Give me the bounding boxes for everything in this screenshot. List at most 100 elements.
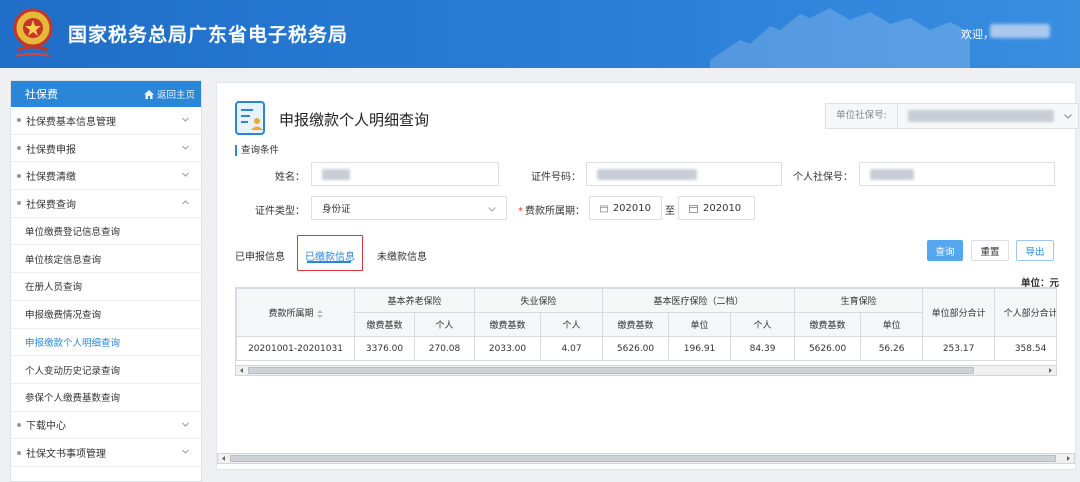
menu-download-center[interactable]: 下载中心 — [11, 412, 201, 440]
period-label: * 费款所属期： — [518, 206, 585, 217]
scrollbar-thumb[interactable] — [230, 455, 1056, 462]
chevron-up-icon — [182, 200, 189, 205]
scrollbar-thumb[interactable] — [248, 367, 974, 374]
menu-payment[interactable]: 社保费清缴 — [11, 162, 201, 191]
menu-label: 下载中心 — [26, 421, 66, 433]
menu-query[interactable]: 社保费查询 — [11, 190, 201, 218]
export-button[interactable]: 导出 — [1016, 240, 1054, 261]
user-name-redacted[interactable] — [990, 24, 1050, 38]
table-cell: 196.91 — [668, 336, 732, 361]
personal-no-redacted — [870, 168, 914, 180]
period-sep: 至 — [665, 206, 675, 217]
menu-documents[interactable]: 社保文书事项管理 — [11, 439, 201, 467]
table-cell: 5626.00 — [602, 336, 670, 361]
sub-unit-registration[interactable]: 单位缴费登记信息查询 — [11, 218, 201, 246]
period-start-value: 202010 — [612, 202, 651, 214]
table-horizontal-scrollbar[interactable] — [235, 365, 1057, 376]
menu-basic-info[interactable]: 社保费基本信息管理 — [11, 107, 201, 135]
header-sub: 缴费基数 — [354, 312, 415, 337]
id-type-value: 身份证 — [322, 204, 351, 215]
header-sub: 单位 — [668, 312, 732, 337]
home-icon — [143, 89, 154, 99]
bullet-icon — [17, 450, 21, 455]
header-period[interactable]: 费款所属期 — [236, 288, 355, 337]
table-cell: 358.54 — [994, 336, 1056, 361]
id-type-select[interactable]: 身份证 — [311, 196, 507, 220]
header-sub: 缴费基数 — [794, 312, 862, 337]
main-panel: 申报缴款个人明细查询 单位社保号: 查询条件 姓名： 证件号码： 个人社保号： … — [216, 82, 1079, 470]
id-type-label: 证件类型： — [255, 206, 305, 217]
sub-declare-payment-status[interactable]: 申报缴费情况查询 — [11, 301, 201, 329]
bullet-icon — [17, 173, 21, 178]
query-button[interactable]: 查询 — [927, 240, 963, 261]
unit-social-no-redacted — [908, 110, 1054, 122]
scroll-right-icon[interactable] — [1065, 455, 1072, 462]
chevron-down-icon — [182, 117, 189, 122]
header-sub: 缴费基数 — [602, 312, 670, 337]
id-no-input[interactable] — [586, 162, 782, 186]
period-end-value: 202010 — [703, 202, 742, 214]
detail-table-wrapper: 费款所属期 基本养老保险 失业保险 基本医疗保险（二档） 生育保险 单位部分合计… — [235, 287, 1057, 375]
top-header: 国家税务总局广东省电子税务局 欢迎， — [0, 0, 1080, 68]
page-horizontal-scrollbar[interactable] — [217, 453, 1075, 464]
period-start-input[interactable]: 202010 — [589, 196, 662, 220]
personal-no-input[interactable] — [859, 162, 1055, 186]
table-row[interactable]: 20201001-20201031 3376.00 270.08 2033.00… — [236, 336, 1056, 361]
sort-icon — [316, 309, 323, 318]
home-link-label: 返回主页 — [156, 90, 195, 101]
sidebar-title: 社保费 — [25, 88, 58, 101]
scroll-right-icon[interactable] — [1047, 367, 1054, 374]
header-sub: 单位 — [860, 312, 924, 337]
table-cell: 3376.00 — [354, 336, 415, 361]
period-end-input[interactable]: 202010 — [678, 196, 755, 220]
bullet-icon — [17, 422, 21, 427]
tab-declared[interactable]: 已申报信息 — [235, 248, 285, 263]
tab-unpaid[interactable]: 未缴款信息 — [377, 248, 427, 263]
calendar-icon — [689, 204, 698, 213]
header-sub: 个人 — [540, 312, 604, 337]
header-group-maternity: 生育保险 — [794, 288, 924, 313]
chevron-down-icon — [182, 422, 189, 427]
name-redacted — [322, 168, 350, 180]
table-cell: 253.17 — [922, 336, 996, 361]
name-label: 姓名： — [275, 172, 305, 183]
table-cell: 56.26 — [860, 336, 924, 361]
table-cell: 5626.00 — [794, 336, 862, 361]
name-input[interactable] — [311, 162, 499, 186]
sub-change-history[interactable]: 个人变动历史记录查询 — [11, 356, 201, 384]
header-personal-total: 个人部分合计 — [994, 288, 1056, 337]
scroll-left-icon[interactable] — [220, 455, 227, 462]
document-user-icon — [235, 101, 265, 135]
detail-table: 费款所属期 基本养老保险 失业保险 基本医疗保险（二档） 生育保险 单位部分合计… — [236, 288, 1056, 361]
table-cell: 270.08 — [413, 336, 476, 361]
chevron-down-icon — [1064, 114, 1072, 119]
menu-label: 社保费申报 — [26, 144, 76, 156]
sub-unit-verification[interactable]: 单位核定信息查询 — [11, 245, 201, 274]
highlight-box — [297, 235, 363, 271]
table-cell: 4.07 — [540, 336, 604, 361]
sub-registered-staff[interactable]: 在册人员查询 — [11, 273, 201, 301]
unit-social-no-select[interactable]: 单位社保号: — [825, 103, 1079, 129]
personal-no-label: 个人社保号： — [793, 172, 853, 183]
table-cell: 2033.00 — [474, 336, 542, 361]
sub-personal-detail[interactable]: 申报缴款个人明细查询 — [11, 329, 201, 357]
menu-label: 社保费清缴 — [26, 172, 76, 184]
site-title: 国家税务总局广东省电子税务局 — [68, 24, 349, 46]
great-wall-decoration — [710, 8, 970, 68]
home-link[interactable]: 返回主页 — [143, 87, 195, 101]
calendar-icon — [600, 204, 608, 212]
reset-button[interactable]: 重置 — [971, 240, 1009, 261]
scroll-left-icon[interactable] — [238, 367, 245, 374]
header-group-unemployment: 失业保险 — [474, 288, 604, 313]
sub-base-query[interactable]: 参保个人缴费基数查询 — [11, 384, 201, 412]
header-sub: 个人 — [413, 312, 476, 337]
chevron-down-icon — [182, 173, 189, 178]
menu-label: 社保费查询 — [26, 199, 76, 211]
header-group-medical: 基本医疗保险（二档） — [602, 288, 796, 313]
cell-period: 20201001-20201031 — [236, 336, 355, 361]
chevron-down-icon — [182, 449, 189, 454]
table-cell: 84.39 — [730, 336, 796, 361]
header-group-pension: 基本养老保险 — [353, 288, 476, 313]
menu-declare[interactable]: 社保费申报 — [11, 135, 201, 163]
header-unit-total: 单位部分合计 — [922, 288, 996, 337]
